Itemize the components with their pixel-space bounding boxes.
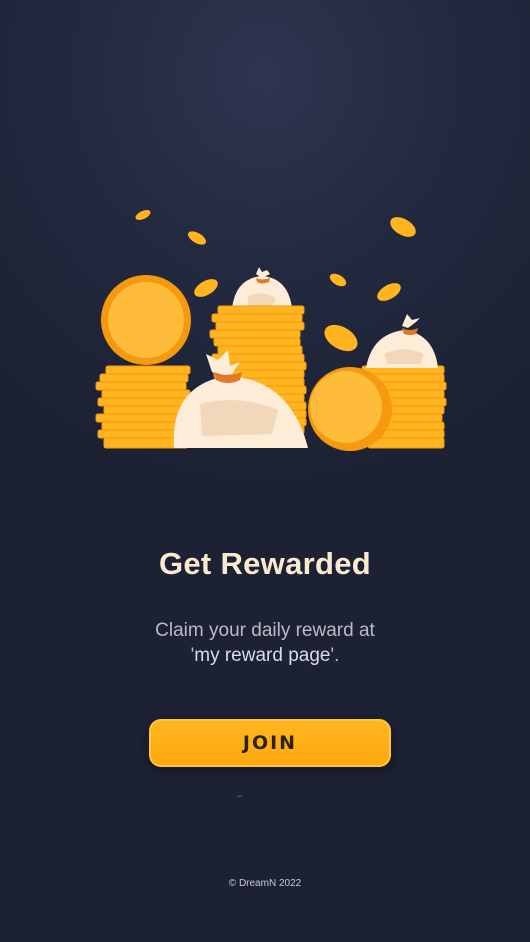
description-line-2: 'my reward page'. xyxy=(0,643,530,668)
rewards-illustration xyxy=(95,210,447,451)
money-bag-right xyxy=(366,314,438,368)
quote-close: '. xyxy=(330,645,340,666)
reward-description: Claim your daily reward at 'my reward pa… xyxy=(0,618,530,668)
loading-indicator-icon xyxy=(236,790,243,797)
join-button-label: JOIN xyxy=(242,732,298,754)
big-coin-left xyxy=(101,275,191,365)
join-button[interactable]: JOIN xyxy=(149,719,391,767)
page-title: Get Rewarded xyxy=(158,546,372,581)
money-bag-back xyxy=(232,267,292,308)
description-line-1: Claim your daily reward at xyxy=(155,620,375,641)
reward-page-link[interactable]: my reward page xyxy=(194,645,330,666)
big-coin-right xyxy=(308,367,392,451)
copyright-text: © DreamN 2022 xyxy=(228,878,302,889)
